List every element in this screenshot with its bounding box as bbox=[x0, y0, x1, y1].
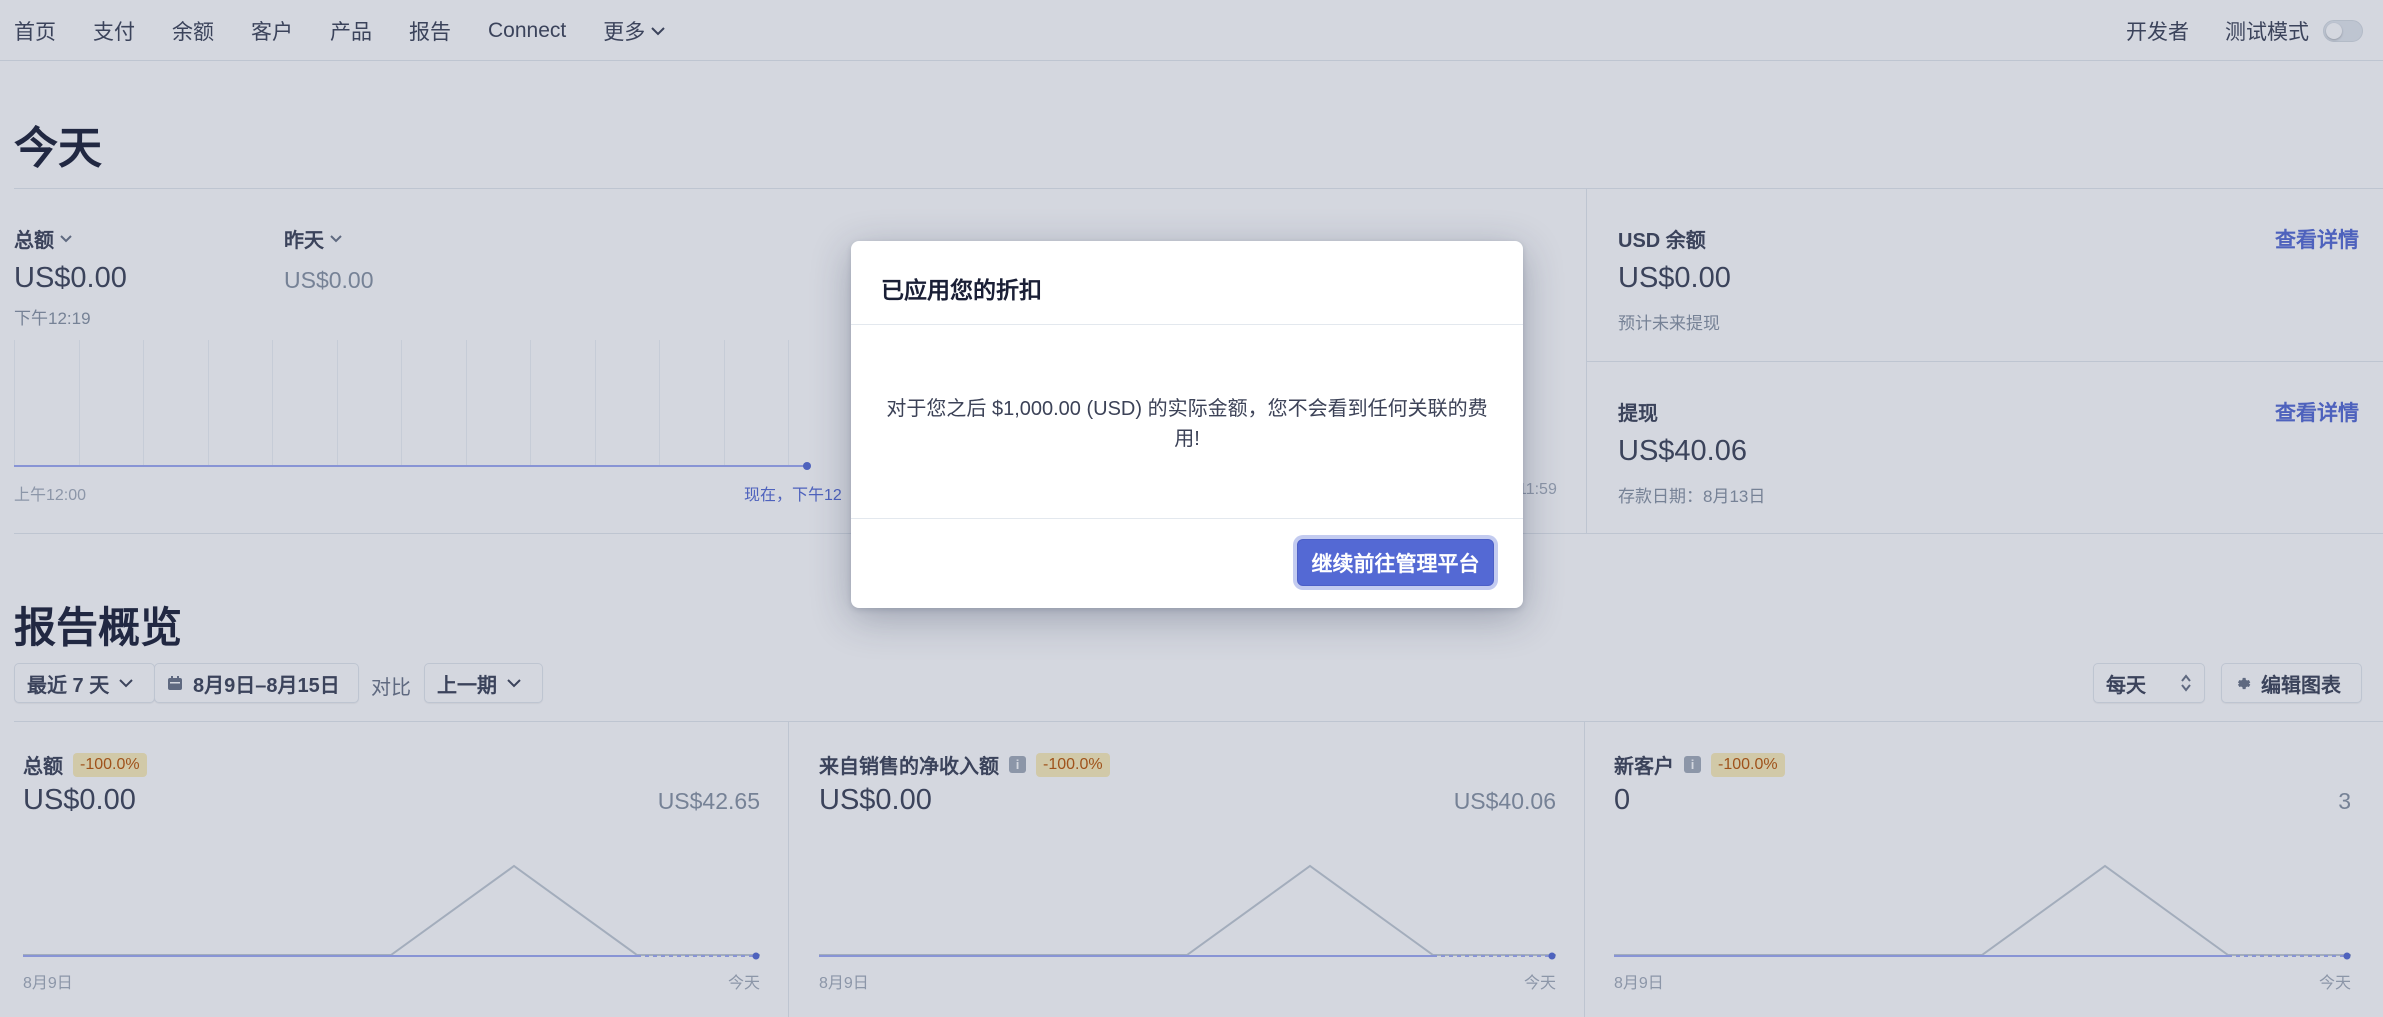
modal-message: 对于您之后 $1,000.00 (USD) 的实际金额，您不会看到任何关联的费用… bbox=[886, 398, 1488, 450]
continue-to-dashboard-button[interactable]: 继续前往管理平台 bbox=[1297, 539, 1494, 586]
modal-footer-divider bbox=[851, 518, 1523, 519]
modal-title: 已应用您的折扣 bbox=[881, 277, 1042, 303]
modal-header-divider bbox=[851, 324, 1523, 325]
discount-modal: 已应用您的折扣 对于您之后 $1,000.00 (USD) 的实际金额，您不会看… bbox=[851, 241, 1523, 608]
